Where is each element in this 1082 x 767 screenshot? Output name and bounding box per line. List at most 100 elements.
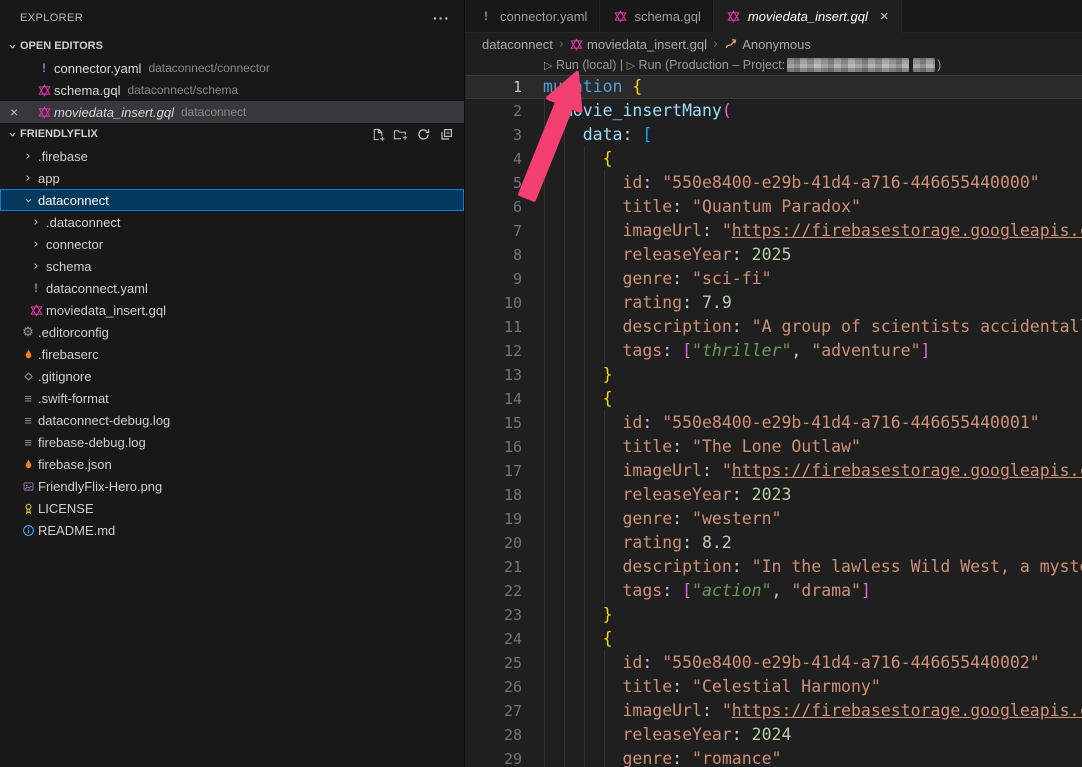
open-editor-desc: dataconnect — [181, 105, 246, 119]
lines-icon: ≡ — [20, 412, 36, 428]
code-line-17[interactable]: 17 imageUrl: "https://firebasestorage.go… — [466, 459, 1082, 483]
code-line-2[interactable]: 2 movie_insertMany( — [466, 99, 1082, 123]
open-editor-schema.gql[interactable]: schema.gqldataconnect/schema — [0, 79, 464, 101]
line-content: { — [543, 147, 613, 171]
run-production-link[interactable]: ▷ Run (Production – Project:) — [627, 58, 942, 73]
tab-moviedata_insert.gql[interactable]: moviedata_insert.gql× — [714, 0, 902, 33]
tree-item-label: dataconnect-debug.log — [38, 413, 170, 428]
code-line-26[interactable]: 26 title: "Celestial Harmony" — [466, 675, 1082, 699]
line-content: id: "550e8400-e29b-41d4-a716-44665544000… — [543, 411, 1040, 435]
yaml-warning-icon: ! — [28, 280, 44, 296]
breadcrumb-item-Anonymous[interactable]: Anonymous — [724, 37, 811, 52]
run-local-link[interactable]: ▷ Run (local) — [544, 58, 616, 72]
tree-item-dataconnect[interactable]: ›dataconnect — [0, 189, 464, 211]
code-line-14[interactable]: 14 { — [466, 387, 1082, 411]
code-line-25[interactable]: 25 id: "550e8400-e29b-41d4-a716-44665544… — [466, 651, 1082, 675]
code-line-19[interactable]: 19 genre: "western" — [466, 507, 1082, 531]
line-number: 9 — [466, 267, 522, 291]
file-tree: ›.firebase›app›dataconnect›.dataconnect›… — [0, 145, 464, 541]
tree-item-.dataconnect[interactable]: ›.dataconnect — [0, 211, 464, 233]
tree-item-label: .gitignore — [38, 369, 91, 384]
redacted-project-suffix — [913, 58, 935, 72]
tree-item-label: firebase-debug.log — [38, 435, 146, 450]
code-line-21[interactable]: 21 description: "In the lawless Wild Wes… — [466, 555, 1082, 579]
code-line-27[interactable]: 27 imageUrl: "https://firebasestorage.go… — [466, 699, 1082, 723]
tree-item-firebase.json[interactable]: firebase.json — [0, 453, 464, 475]
close-icon[interactable]: × — [10, 104, 18, 120]
code-line-8[interactable]: 8 releaseYear: 2025 — [466, 243, 1082, 267]
line-content: title: "The Lone Outlaw" — [543, 435, 861, 459]
line-content: { — [543, 627, 613, 651]
more-actions-icon[interactable]: ··· — [433, 10, 450, 26]
tree-item-dataconnect.yaml[interactable]: !dataconnect.yaml — [0, 277, 464, 299]
collapse-all-button[interactable] — [439, 127, 454, 142]
graphql-icon — [570, 38, 583, 51]
code-line-1[interactable]: 1mutation { — [466, 75, 1082, 99]
tree-item-.firebase[interactable]: ›.firebase — [0, 145, 464, 167]
code-line-23[interactable]: 23 } — [466, 603, 1082, 627]
code-line-6[interactable]: 6 title: "Quantum Paradox" — [466, 195, 1082, 219]
code-line-18[interactable]: 18 releaseYear: 2023 — [466, 483, 1082, 507]
breadcrumb-label: moviedata_insert.gql — [587, 37, 707, 52]
info-icon — [20, 522, 36, 538]
line-content: releaseYear: 2025 — [543, 243, 791, 267]
code-editor[interactable]: 1mutation {2 movie_insertMany(3 data: [4… — [466, 75, 1082, 767]
open-editors-header[interactable]: › OPEN EDITORS — [0, 35, 464, 57]
code-line-13[interactable]: 13 } — [466, 363, 1082, 387]
tree-item-dataconnect-debug.log[interactable]: ≡dataconnect-debug.log — [0, 409, 464, 431]
new-file-button[interactable] — [370, 127, 385, 142]
code-line-10[interactable]: 10 rating: 7.9 — [466, 291, 1082, 315]
tree-item-schema[interactable]: ›schema — [0, 255, 464, 277]
project-section-header[interactable]: › FRIENDLYFLIX — [0, 123, 464, 145]
code-line-28[interactable]: 28 releaseYear: 2024 — [466, 723, 1082, 747]
tree-item-label: FriendlyFlix-Hero.png — [38, 479, 162, 494]
tree-item-app[interactable]: ›app — [0, 167, 464, 189]
code-line-5[interactable]: 5 id: "550e8400-e29b-41d4-a716-446655440… — [466, 171, 1082, 195]
tree-item-firebase-debug.log[interactable]: ≡firebase-debug.log — [0, 431, 464, 453]
code-line-15[interactable]: 15 id: "550e8400-e29b-41d4-a716-44665544… — [466, 411, 1082, 435]
breadcrumb-item-moviedata_insert.gql[interactable]: moviedata_insert.gql — [570, 37, 707, 52]
line-content: data: [ — [543, 123, 652, 147]
code-line-22[interactable]: 22 tags: ["action", "drama"] — [466, 579, 1082, 603]
open-editor-moviedata_insert.gql[interactable]: ×moviedata_insert.gqldataconnect — [0, 101, 464, 123]
open-editor-connector.yaml[interactable]: !connector.yamldataconnect/connector — [0, 57, 464, 79]
code-line-7[interactable]: 7 imageUrl: "https://firebasestorage.goo… — [466, 219, 1082, 243]
tab-schema.gql[interactable]: schema.gql — [600, 0, 713, 33]
code-line-4[interactable]: 4 { — [466, 147, 1082, 171]
tree-item-.editorconfig[interactable]: ⚙.editorconfig — [0, 321, 464, 343]
tree-item-connector[interactable]: ›connector — [0, 233, 464, 255]
tree-item-moviedata_insert.gql[interactable]: moviedata_insert.gql — [0, 299, 464, 321]
vscode-window: EXPLORER ··· › OPEN EDITORS !connector.y… — [0, 0, 1082, 767]
code-line-3[interactable]: 3 data: [ — [466, 123, 1082, 147]
new-folder-button[interactable] — [393, 127, 408, 142]
code-line-9[interactable]: 9 genre: "sci-fi" — [466, 267, 1082, 291]
line-content: id: "550e8400-e29b-41d4-a716-44665544000… — [543, 651, 1040, 675]
line-number: 16 — [466, 435, 522, 459]
tree-item-LICENSE[interactable]: LICENSE — [0, 497, 464, 519]
code-line-29[interactable]: 29 genre: "romance" — [466, 747, 1082, 767]
code-line-16[interactable]: 16 title: "The Lone Outlaw" — [466, 435, 1082, 459]
close-icon[interactable]: × — [880, 9, 889, 24]
chevron-down-icon: › — [21, 192, 36, 208]
code-line-20[interactable]: 20 rating: 8.2 — [466, 531, 1082, 555]
refresh-button[interactable] — [416, 127, 431, 142]
tab-connector.yaml[interactable]: !connector.yaml — [466, 0, 600, 33]
indent-guide — [604, 651, 605, 767]
tree-item-.gitignore[interactable]: .gitignore — [0, 365, 464, 387]
line-number: 7 — [466, 219, 522, 243]
indent-guide — [604, 171, 605, 363]
image-icon — [20, 478, 36, 494]
tree-item-FriendlyFlix-Hero.png[interactable]: FriendlyFlix-Hero.png — [0, 475, 464, 497]
flame-icon — [20, 456, 36, 472]
line-number: 11 — [466, 315, 522, 339]
code-line-11[interactable]: 11 description: "A group of scientists a… — [466, 315, 1082, 339]
tree-item-.swift-format[interactable]: ≡.swift-format — [0, 387, 464, 409]
code-line-24[interactable]: 24 { — [466, 627, 1082, 651]
line-content: genre: "sci-fi" — [543, 267, 772, 291]
breadcrumb-item-dataconnect[interactable]: dataconnect — [482, 37, 553, 52]
code-line-12[interactable]: 12 tags: ["thriller", "adventure"] — [466, 339, 1082, 363]
tree-item-README.md[interactable]: README.md — [0, 519, 464, 541]
license-icon — [20, 500, 36, 516]
flame-icon — [20, 346, 36, 362]
tree-item-.firebaserc[interactable]: .firebaserc — [0, 343, 464, 365]
